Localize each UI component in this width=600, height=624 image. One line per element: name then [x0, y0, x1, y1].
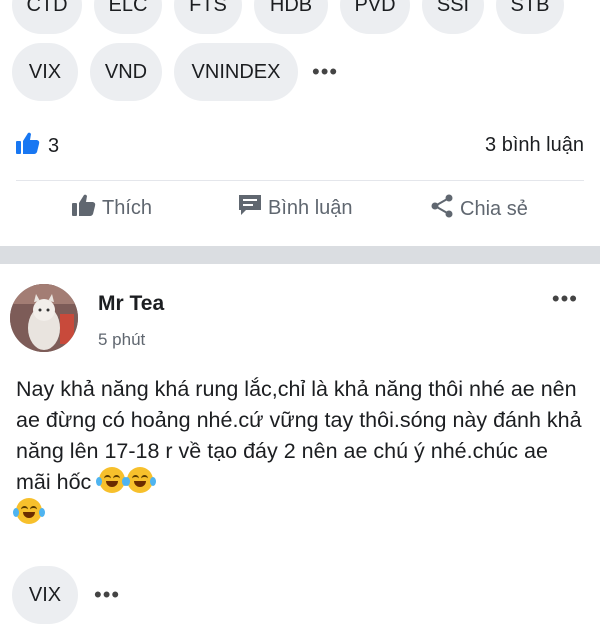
thumbs-up-outline-icon	[72, 194, 96, 222]
tag-chip-vnd[interactable]: VND	[90, 43, 162, 101]
tag-chip-ctd[interactable]: CTD	[12, 0, 82, 34]
divider	[16, 180, 584, 181]
tag-chips-row-2: VIX VND VNINDEX •••	[12, 43, 338, 101]
tag-chip-elc[interactable]: ELC	[94, 0, 162, 34]
more-tags-button[interactable]: •••	[92, 566, 120, 624]
like-button[interactable]: Thích	[72, 194, 152, 222]
tag-chip-hdb[interactable]: HDB	[254, 0, 328, 34]
share-button-label: Chia sẻ	[460, 197, 528, 220]
thumbs-up-icon	[16, 132, 40, 160]
more-tags-button[interactable]: •••	[310, 43, 338, 101]
like-button-label: Thích	[102, 196, 153, 219]
post-actions-bar: Thích Bình luận Chia sẻ	[0, 194, 600, 234]
avatar[interactable]	[10, 284, 78, 352]
comment-button[interactable]: Bình luận	[238, 194, 353, 222]
joy-emoji-icon	[96, 467, 129, 493]
post-body: Nay khả năng khá rung lắc,chỉ là khả năn…	[13, 374, 584, 529]
tag-chip-fts[interactable]: FTS	[174, 0, 242, 34]
tag-chip-pvd[interactable]: PVD	[340, 0, 410, 34]
tag-chip-vix[interactable]: VIX	[12, 566, 78, 624]
reaction-stats: 3 3 bình luận	[0, 132, 600, 164]
like-count-text: 3	[48, 134, 60, 157]
share-button[interactable]: Chia sẻ	[430, 194, 528, 224]
post-timestamp[interactable]: 5 phút	[98, 330, 145, 350]
post-tag-chips: VIX •••	[12, 566, 120, 624]
comment-button-label: Bình luận	[268, 196, 353, 219]
tag-chip-vix[interactable]: VIX	[12, 43, 78, 101]
tag-chip-stb[interactable]: STB	[496, 0, 564, 34]
comment-count[interactable]: 3 bình luận	[485, 134, 584, 157]
comment-bubble-icon	[238, 194, 262, 222]
post-separator	[0, 246, 600, 264]
share-icon	[430, 194, 454, 224]
tag-chips-row-1: CTD ELC FTS HDB PVD SSI STB	[12, 0, 564, 34]
joy-emoji-icon	[124, 467, 157, 493]
joy-emoji-icon	[13, 498, 45, 524]
post-header: Mr Tea 5 phút •••	[0, 282, 600, 362]
tag-chip-vnindex[interactable]: VNINDEX	[174, 43, 298, 101]
like-count[interactable]: 3	[16, 132, 59, 160]
tag-chip-ssi[interactable]: SSI	[422, 0, 484, 34]
post-author-name[interactable]: Mr Tea	[98, 292, 164, 316]
post-options-button[interactable]: •••	[552, 286, 578, 312]
